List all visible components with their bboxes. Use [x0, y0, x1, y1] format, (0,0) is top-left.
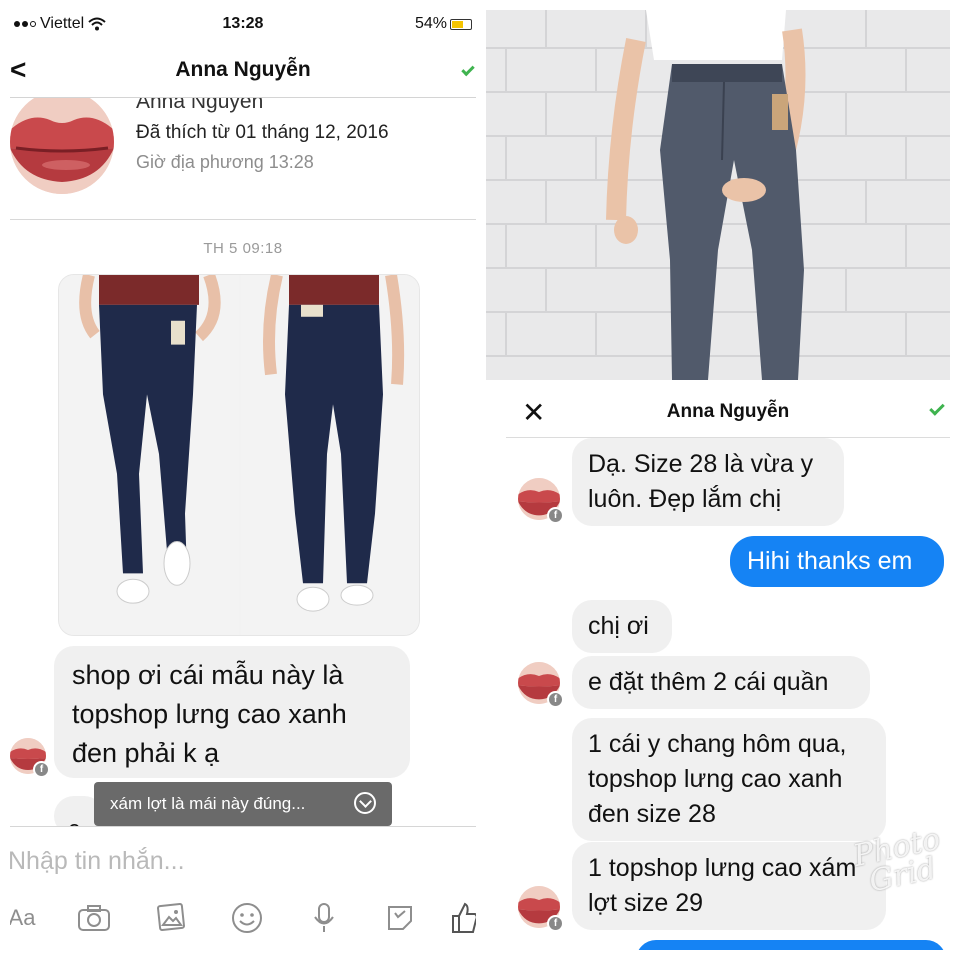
conversation-header: < Anna Nguyễn [10, 46, 476, 98]
message-line: Hihi thanks em [747, 547, 913, 575]
product-photo[interactable] [58, 274, 420, 636]
incoming-message[interactable]: 1 topshop lưng cao xám lợt size 29 [572, 842, 886, 930]
mic-icon[interactable] [310, 901, 338, 935]
battery-icon [450, 18, 472, 30]
outgoing-message[interactable] [636, 940, 946, 950]
message-line: topshop lưng cao xanh [588, 765, 843, 793]
jeans-back-image [241, 275, 419, 635]
clock: 13:28 [222, 15, 264, 32]
new-message-toast[interactable]: xám lợt là mái này đúng... [94, 782, 392, 826]
incoming-message[interactable]: e đặt thêm 2 cái quần [572, 656, 870, 709]
conversation-title: Anna Nguyễn [666, 401, 790, 422]
message-timestamp: TH 5 09:18 [203, 240, 283, 257]
message-line: topshop lưng cao xanh [72, 699, 347, 729]
liked-since: Đã thích từ 01 tháng 12, 2016 [136, 122, 389, 143]
sender-avatar[interactable]: f [10, 738, 50, 778]
profile-card: Anna Nguyễn Đã thích từ 01 tháng 12, 201… [10, 90, 476, 220]
local-time: Giờ địa phương 13:28 [136, 152, 314, 172]
sticker-icon[interactable] [384, 901, 416, 935]
message-line: shop ơi cái mẫu này là [72, 660, 344, 690]
facebook-badge-icon: f [547, 691, 564, 708]
battery-percent: 54% [414, 15, 447, 32]
conversation-title: Anna Nguyễn [175, 58, 311, 81]
message-line: luôn. Đẹp lắm chị [588, 485, 782, 513]
chevron-down-icon[interactable] [354, 792, 376, 814]
composer: Nhập tin nhắn... Aa [10, 826, 476, 950]
message-line: chị ơi [588, 612, 649, 640]
right-chat-screenshot: ✕ Anna Nguyễn f Dạ. Size 28 là vừa y luô… [486, 10, 950, 950]
lips-icon [10, 90, 114, 194]
status-bar: Viettel 13:28 54% [10, 10, 476, 40]
message-line: đen phải k ạ [72, 738, 220, 768]
facebook-badge-icon: f [33, 761, 50, 778]
message-line: 1 cái y chang hôm qua, [588, 730, 847, 758]
sender-avatar[interactable]: f [518, 886, 564, 932]
incoming-message[interactable]: shop ơi cái mẫu này là topshop lưng cao … [54, 646, 410, 778]
conversation-header: ✕ Anna Nguyễn [506, 390, 950, 438]
photogrid-watermark: Photo Grid [851, 822, 948, 900]
battery: 54% [415, 15, 472, 33]
gallery-icon[interactable] [154, 901, 188, 935]
message-line: e đặt thêm 2 cái quần [588, 668, 829, 696]
message-line: lợt size 29 [588, 889, 704, 917]
sender-avatar[interactable]: f [518, 662, 564, 708]
incoming-message[interactable]: 1 cái y chang hôm qua, topshop lưng cao … [572, 718, 886, 841]
left-chat-screenshot: Viettel 13:28 54% < Anna Nguyễn Anna Ngu… [10, 10, 476, 950]
emoji-icon[interactable] [230, 901, 264, 935]
incoming-message[interactable]: chị ơi [572, 600, 672, 653]
like-icon[interactable] [450, 901, 476, 935]
message-line: đen size 28 [588, 800, 716, 828]
facebook-badge-icon: f [547, 915, 564, 932]
camera-icon[interactable] [76, 901, 112, 935]
message-line: Dạ. Size 28 là vừa y [588, 450, 814, 478]
composer-toolbar: Aa [10, 901, 476, 941]
sender-avatar[interactable]: f [518, 478, 564, 524]
jeans-front-image [59, 275, 239, 635]
jeans-model-photo [486, 10, 950, 380]
incoming-message[interactable]: Dạ. Size 28 là vừa y luôn. Đẹp lắm chị [572, 438, 844, 526]
message-input[interactable]: Nhập tin nhắn... [10, 847, 185, 876]
text-format-icon[interactable]: Aa [10, 901, 38, 935]
facebook-badge-icon: f [547, 507, 564, 524]
avatar[interactable] [10, 90, 114, 194]
message-line: 1 topshop lưng cao xám [588, 854, 857, 882]
toast-text: xám lợt là mái này đúng... [110, 794, 306, 813]
outgoing-message[interactable]: Hihi thanks em [730, 536, 944, 587]
